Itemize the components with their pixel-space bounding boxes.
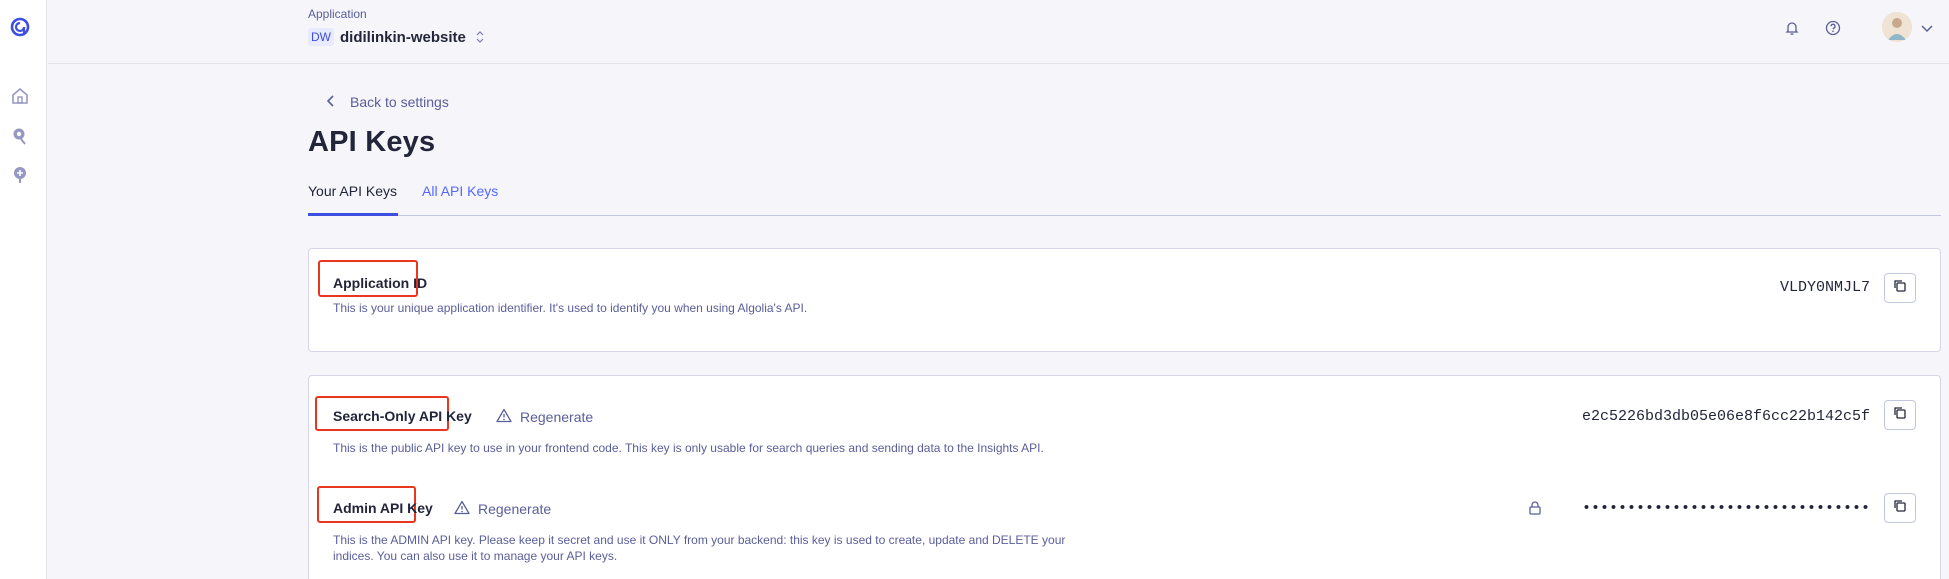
admin-key-description-line1: This is the ADMIN API key. Please keep i… xyxy=(333,533,1066,547)
copy-application-id-button[interactable] xyxy=(1884,273,1916,303)
application-label: Application xyxy=(308,7,367,21)
app-badge: DW xyxy=(308,28,334,46)
copy-icon xyxy=(1893,499,1907,518)
tab-bar: Your API Keys All API Keys xyxy=(308,183,1941,216)
copy-admin-key-button[interactable] xyxy=(1884,493,1916,523)
back-to-settings-link[interactable]: Back to settings xyxy=(326,94,449,110)
algolia-logo-icon[interactable] xyxy=(8,15,34,41)
admin-key-description: This is the ADMIN API key. Please keep i… xyxy=(333,532,1065,564)
admin-key-value[interactable]: •••••••••••••••••••••••••••••••• xyxy=(1582,500,1870,517)
page-title: API Keys xyxy=(308,126,436,158)
copy-search-key-button[interactable] xyxy=(1884,400,1916,430)
app-name: didilinkin-website xyxy=(340,28,466,46)
regenerate-label: Regenerate xyxy=(478,501,552,517)
top-header: Application DW didilinkin-website xyxy=(48,0,1949,64)
add-pin-icon[interactable] xyxy=(8,163,32,187)
left-rail xyxy=(0,0,47,579)
admin-key-description-line2: indices. You can also use it to manage y… xyxy=(333,549,618,563)
application-id-value[interactable]: VLDY0NMJL7 xyxy=(1780,279,1870,296)
search-pin-icon[interactable] xyxy=(8,124,32,148)
avatar[interactable] xyxy=(1882,12,1912,42)
copy-icon xyxy=(1893,406,1907,425)
chevron-left-icon xyxy=(326,94,336,110)
warning-icon xyxy=(496,408,512,426)
search-only-key-title: Search-Only API Key xyxy=(333,408,472,424)
home-icon[interactable] xyxy=(8,84,32,108)
search-only-key-value[interactable]: e2c5226bd3db05e06e8f6cc22b142c5f xyxy=(1582,408,1870,425)
search-only-key-description: This is the public API key to use in you… xyxy=(333,441,1044,455)
back-label: Back to settings xyxy=(350,94,449,110)
tab-all-api-keys[interactable]: All API Keys xyxy=(422,183,498,209)
bell-icon[interactable] xyxy=(1782,18,1802,38)
regenerate-search-key-button[interactable]: Regenerate xyxy=(496,408,593,426)
application-id-title: Application ID xyxy=(333,275,428,291)
application-id-card: Application ID This is your unique appli… xyxy=(308,248,1941,352)
regenerate-label: Regenerate xyxy=(520,409,594,425)
updown-chevron-icon xyxy=(476,30,484,44)
copy-icon xyxy=(1893,279,1907,298)
application-id-description: This is your unique application identifi… xyxy=(333,301,808,315)
admin-key-title: Admin API Key xyxy=(333,500,433,516)
chevron-down-icon[interactable] xyxy=(1917,18,1937,38)
tab-your-api-keys[interactable]: Your API Keys xyxy=(308,183,398,216)
warning-icon xyxy=(454,500,470,518)
lock-icon[interactable] xyxy=(1528,500,1542,521)
api-keys-card: Search-Only API Key Regenerate This is t… xyxy=(308,375,1941,579)
regenerate-admin-key-button[interactable]: Regenerate xyxy=(454,500,551,518)
application-switcher[interactable]: DW didilinkin-website xyxy=(308,28,484,46)
help-icon[interactable] xyxy=(1823,18,1843,38)
